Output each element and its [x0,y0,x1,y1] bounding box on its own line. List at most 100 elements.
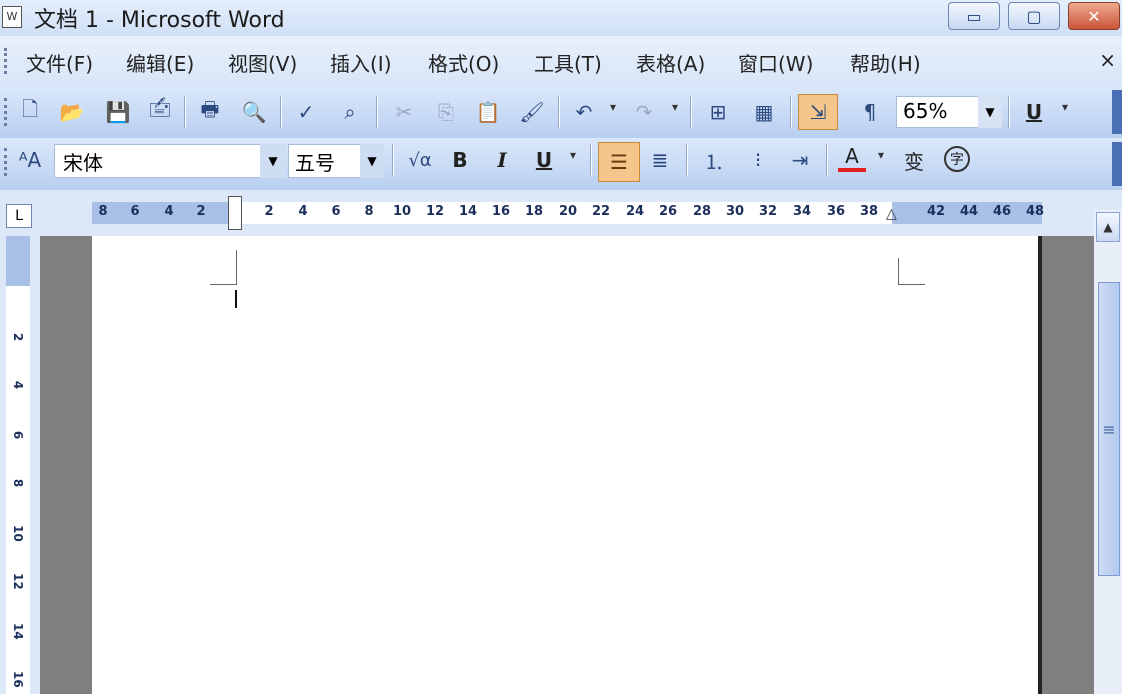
menu-help[interactable]: 帮助(H) [850,48,921,77]
maximize-button[interactable]: ▢ [1008,2,1060,30]
document-map-icon[interactable]: ⇲ [798,94,838,130]
menu-view[interactable]: 视图(V) [228,48,297,77]
toolbar-separator [790,96,792,128]
font-color-dropdown-arrow[interactable]: ▾ [878,148,884,162]
vruler-tick-label: 2 [11,332,25,342]
insert-excel-icon[interactable]: ▦ [750,98,778,126]
margin-corner-mark [898,258,925,285]
enclose-characters-button[interactable]: 字 [944,146,970,172]
vertical-ruler[interactable]: 2 4 6 8 10 12 14 16 [0,236,40,694]
toolbar-separator [686,144,688,176]
menu-grip[interactable] [4,48,11,74]
underline-dropdown-arrow[interactable]: ▾ [570,148,576,162]
minimize-button[interactable]: ▭ [948,2,1000,30]
show-hide-icon[interactable]: ¶ [856,98,884,126]
vruler-tick-label: 12 [11,573,25,590]
horizontal-ruler[interactable]: L 8 6 4 2 2 4 6 8 10 12 14 16 18 20 22 2… [0,190,1122,236]
ruler-tick-label: 6 [331,204,341,219]
new-document-icon[interactable]: 🗋 [16,97,44,126]
equation-button[interactable]: √α [402,146,438,174]
ruler-tick-label: 46 [992,204,1012,219]
menu-table[interactable]: 表格(A) [636,48,705,77]
scroll-thumb[interactable]: ≡ [1098,282,1120,576]
undo-icon[interactable]: ↶ [570,98,598,126]
toolbar-grip[interactable] [4,98,11,126]
menu-edit[interactable]: 编辑(E) [126,48,194,77]
redo-dropdown-arrow[interactable]: ▾ [672,100,678,114]
toolbar-options-arrow[interactable]: ▾ [1062,100,1068,114]
vruler-tick-label: 6 [11,430,25,440]
vruler-tick-label: 10 [11,525,25,542]
save-icon[interactable]: 💾 [104,98,132,126]
print-preview-icon[interactable]: 🔍 [240,98,268,126]
vruler-tick-label: 16 [11,671,25,688]
ruler-tick-label: 38 [859,204,879,219]
phonetic-guide-button[interactable]: 变 [900,146,928,174]
menu-format[interactable]: 格式(O) [428,48,499,77]
undo-dropdown-arrow[interactable]: ▾ [610,100,616,114]
toolbar-separator [590,144,592,176]
italic-button[interactable]: I [488,146,516,174]
toolbar-separator [376,96,378,128]
font-size-dropdown-arrow[interactable]: ▼ [360,144,384,178]
numbering-icon[interactable]: ⒈ [700,146,728,174]
open-folder-icon[interactable]: 📂 [58,98,86,126]
menu-file[interactable]: 文件(F) [26,48,93,77]
ruler-tick-label: 4 [298,204,308,219]
print-icon[interactable]: 🖶 [196,97,224,126]
format-painter-icon[interactable]: 🖌 [518,98,546,126]
ruler-tick-label: 20 [558,204,578,219]
bold-button[interactable]: B [446,146,474,174]
menu-insert[interactable]: 插入(I) [330,48,392,77]
ruler-tick-label: 22 [591,204,611,219]
scroll-up-button[interactable]: ▲ [1096,212,1120,242]
ruler-tick-label: 26 [658,204,678,219]
menu-window[interactable]: 窗口(W) [738,48,813,77]
title-bar: W 文档 1 - Microsoft Word ▭ ▢ ✕ [0,0,1122,36]
paste-icon[interactable]: 📋 [474,98,502,126]
font-color-button[interactable]: A [838,144,866,172]
bullets-icon[interactable]: ⁝ [744,146,772,174]
cut-icon[interactable]: ✂ [390,98,418,126]
toolbar-separator [826,144,828,176]
menu-tools[interactable]: 工具(T) [534,48,602,77]
ruler-tick-label: 6 [130,204,140,219]
toolbar-separator [280,96,282,128]
vruler-tick-label: 4 [11,380,25,390]
close-window-button[interactable]: ✕ [1068,2,1120,30]
ruler-tick-label: 44 [959,204,979,219]
vruler-tick-label: 8 [11,478,25,488]
permission-icon[interactable]: 🖆 [146,97,174,126]
research-icon[interactable]: ⌕ [336,98,364,126]
tab-selector-button[interactable]: L [6,204,32,228]
toolbar-separator [558,96,560,128]
word-app-icon[interactable]: W [2,6,22,28]
ruler-tick-label: 24 [625,204,645,219]
font-name-input[interactable]: 宋体 [54,144,284,178]
spelling-icon[interactable]: ✓ [292,98,320,126]
ruler-tick-label: 36 [826,204,846,219]
ruler-tick-label: 42 [926,204,946,219]
toolbar-separator [690,96,692,128]
toolbar-grip[interactable] [4,148,11,176]
toolbar-end-cap [1112,90,1122,134]
align-justify-icon[interactable]: ☰ [598,142,640,182]
redo-icon[interactable]: ↷ [630,98,658,126]
toolbar-separator [184,96,186,128]
toolbar-separator [392,144,394,176]
standard-toolbar: 🗋 📂 💾 🖆 🖶 🔍 ✓ ⌕ ✂ ⎘ 📋 🖌 ↶ ▾ ↷ ▾ ⊞ ▦ ⇲ ¶ … [0,86,1122,138]
styles-icon[interactable]: ᴬA [16,146,44,174]
close-document-button[interactable]: × [1099,48,1116,72]
indent-icon[interactable]: ⇥ [786,146,814,174]
copy-icon[interactable]: ⎘ [432,98,460,126]
zoom-dropdown-arrow[interactable]: ▼ [978,96,1002,128]
distribute-icon[interactable]: ≣ [646,146,674,174]
insert-table-icon[interactable]: ⊞ [704,98,732,126]
ruler-tick-label: 10 [392,204,412,219]
underline-button[interactable]: U [530,146,558,174]
right-indent-marker[interactable]: △ [886,206,897,222]
font-name-dropdown-arrow[interactable]: ▼ [260,144,286,178]
vertical-ruler-top-margin [6,236,30,286]
first-line-indent-marker[interactable] [228,196,242,230]
underline-button[interactable]: U [1020,98,1048,126]
